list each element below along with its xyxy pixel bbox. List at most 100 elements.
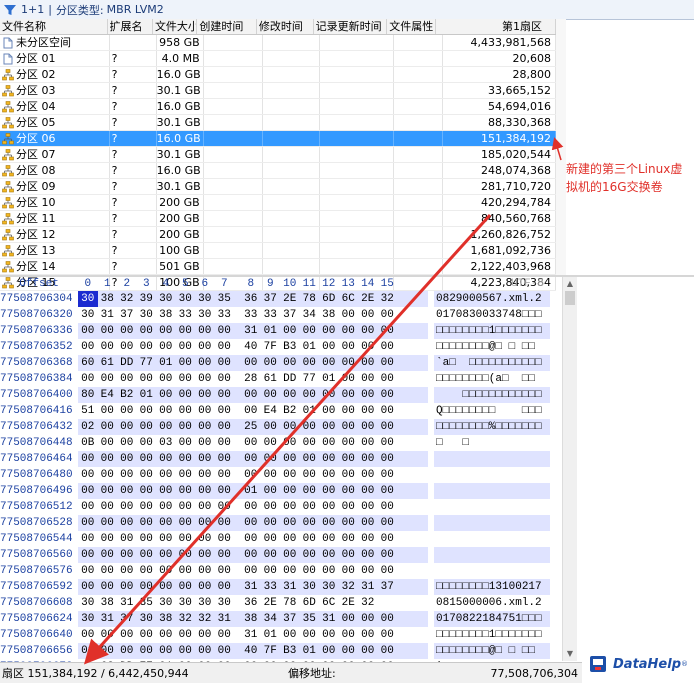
hex-byte[interactable]: 38	[319, 307, 339, 323]
hex-byte[interactable]: 01	[261, 627, 281, 643]
hex-byte[interactable]: 00	[339, 403, 359, 419]
hex-byte[interactable]: 00	[319, 435, 339, 451]
hex-byte[interactable]: 00	[300, 387, 320, 403]
hex-row[interactable]: 77508706560 00 00 00 00 00 00 00 00 00 00 00 00 00 00 0…	[0, 547, 562, 563]
hex-byte[interactable]: 00	[117, 371, 137, 387]
hex-byte[interactable]: 00	[215, 627, 235, 643]
hex-byte[interactable]: 00	[195, 515, 215, 531]
scroll-thumb[interactable]	[565, 291, 575, 305]
hex-byte[interactable]: 2E	[358, 291, 378, 307]
table-row[interactable]: 分区 14? 501 GB 2,122,403,968	[0, 259, 556, 275]
hex-row[interactable]: 77508706384 00 00 00 00 00 00 00 00 28 61 DD 77 01 00 0…	[0, 371, 562, 387]
hex-byte[interactable]: 00	[156, 643, 176, 659]
hex-byte[interactable]: 30	[78, 307, 98, 323]
hex-byte[interactable]: 6C	[339, 291, 359, 307]
hex-row[interactable]: 77508706464 00 00 00 00 00 00 00 00 00 00 00 00 00 00 0…	[0, 451, 562, 467]
hex-row[interactable]: 77508706320 30 31 37 30 38 33 30 33 33 33 37 34 38 00 0…	[0, 307, 562, 323]
hex-byte[interactable]: 00	[215, 435, 235, 451]
hex-byte[interactable]: 00	[98, 451, 118, 467]
hex-byte[interactable]: 00	[117, 467, 137, 483]
hex-byte[interactable]: 2E	[339, 595, 359, 611]
hex-byte[interactable]: 00	[319, 483, 339, 499]
hex-byte[interactable]: 2E	[261, 595, 281, 611]
hex-byte[interactable]: E4	[98, 387, 118, 403]
hex-byte[interactable]: 00	[280, 627, 300, 643]
hex-byte[interactable]: 00	[378, 451, 398, 467]
column-header-record-updated[interactable]: 记录更新时间	[314, 19, 388, 34]
hex-byte[interactable]: 00	[261, 435, 281, 451]
hex-byte[interactable]: 30	[137, 611, 157, 627]
hex-row[interactable]: 77508706576 00 00 00 00 00 00 00 00 00 00 00 00 00 00 0…	[0, 563, 562, 579]
hex-byte[interactable]: 00	[195, 339, 215, 355]
hex-byte[interactable]: 00	[195, 371, 215, 387]
hex-byte[interactable]: 00	[137, 563, 157, 579]
hex-row[interactable]: 77508706368 60 61 DD 77 01 00 00 00 00 00 00 00 00 00 0…	[0, 355, 562, 371]
hex-byte[interactable]: 00	[300, 515, 320, 531]
hex-byte[interactable]: 01	[261, 323, 281, 339]
hex-byte[interactable]: 00	[241, 403, 261, 419]
hex-byte[interactable]: 25	[241, 419, 261, 435]
hex-byte[interactable]: 00	[319, 499, 339, 515]
hex-byte[interactable]: 00	[215, 371, 235, 387]
hex-byte[interactable]: 00	[378, 547, 398, 563]
column-header-first-sector[interactable]: 第1扇区	[436, 19, 556, 34]
hex-byte[interactable]: 32	[117, 291, 137, 307]
hex-byte[interactable]: 00	[215, 499, 235, 515]
hex-byte[interactable]: 00	[378, 371, 398, 387]
hex-byte[interactable]: 00	[137, 499, 157, 515]
hex-byte[interactable]: 00	[137, 579, 157, 595]
hex-byte[interactable]: 35	[215, 291, 235, 307]
hex-byte[interactable]: 37	[117, 307, 137, 323]
hex-byte[interactable]: 00	[241, 451, 261, 467]
hex-byte[interactable]: 00	[117, 339, 137, 355]
hex-byte[interactable]: 00	[156, 547, 176, 563]
hex-byte[interactable]: 00	[215, 547, 235, 563]
hex-row[interactable]: 77508706400 80 E4 B2 01 00 00 00 00 00 00 00 00 00 00 0…	[0, 387, 562, 403]
hex-byte[interactable]: 00	[261, 355, 281, 371]
hex-byte[interactable]: 01	[241, 483, 261, 499]
hex-byte[interactable]: 00	[98, 563, 118, 579]
hex-byte[interactable]: 01	[300, 643, 320, 659]
hex-byte[interactable]: 35	[300, 611, 320, 627]
hex-byte[interactable]: 00	[339, 563, 359, 579]
hex-byte[interactable]: 00	[78, 339, 98, 355]
hex-byte[interactable]: 00	[378, 611, 398, 627]
hex-byte[interactable]: 38	[156, 307, 176, 323]
hex-byte[interactable]: B2	[280, 403, 300, 419]
hex-byte[interactable]: 00	[117, 643, 137, 659]
hex-byte[interactable]: 00	[137, 419, 157, 435]
hex-byte[interactable]: DD	[280, 371, 300, 387]
hex-byte[interactable]: 77	[137, 355, 157, 371]
hex-byte[interactable]: 00	[358, 403, 378, 419]
hex-byte[interactable]: 00	[98, 627, 118, 643]
hex-byte[interactable]: 00	[156, 499, 176, 515]
hex-byte[interactable]: 32	[195, 611, 215, 627]
hex-byte[interactable]: 00	[358, 339, 378, 355]
hex-byte[interactable]: 31	[215, 611, 235, 627]
hex-row[interactable]: 77508706448 0B 00 00 00 03 00 00 00 00 00 00 00 00 00 0…	[0, 435, 562, 451]
hex-byte[interactable]: 00	[156, 339, 176, 355]
hex-byte[interactable]: 00	[241, 467, 261, 483]
hex-byte[interactable]: 37	[280, 307, 300, 323]
hex-byte[interactable]: 00	[319, 547, 339, 563]
hex-byte[interactable]: 00	[358, 547, 378, 563]
hex-byte[interactable]: 00	[280, 531, 300, 547]
breadcrumb[interactable]: 1+1	[21, 3, 44, 16]
hex-byte[interactable]: 00	[241, 563, 261, 579]
hex-byte[interactable]: 00	[300, 419, 320, 435]
hex-byte[interactable]: 00	[137, 531, 157, 547]
scroll-down-icon[interactable]: ▼	[563, 647, 577, 661]
hex-byte[interactable]: 35	[137, 595, 157, 611]
hex-byte[interactable]: 00	[319, 563, 339, 579]
hex-byte[interactable]: 00	[339, 307, 359, 323]
hex-byte[interactable]: 00	[280, 467, 300, 483]
hex-byte[interactable]: 78	[280, 595, 300, 611]
hex-byte[interactable]: 00	[339, 467, 359, 483]
hex-row[interactable]: 77508706624 30 31 37 30 38 32 32 31 38 34 37 35 31 00 0…	[0, 611, 562, 627]
hex-byte[interactable]: 38	[98, 595, 118, 611]
hex-byte[interactable]: 00	[358, 355, 378, 371]
hex-byte[interactable]: 00	[117, 451, 137, 467]
hex-byte[interactable]: 00	[195, 419, 215, 435]
hex-byte[interactable]: 36	[241, 291, 261, 307]
hex-byte[interactable]: 00	[280, 355, 300, 371]
